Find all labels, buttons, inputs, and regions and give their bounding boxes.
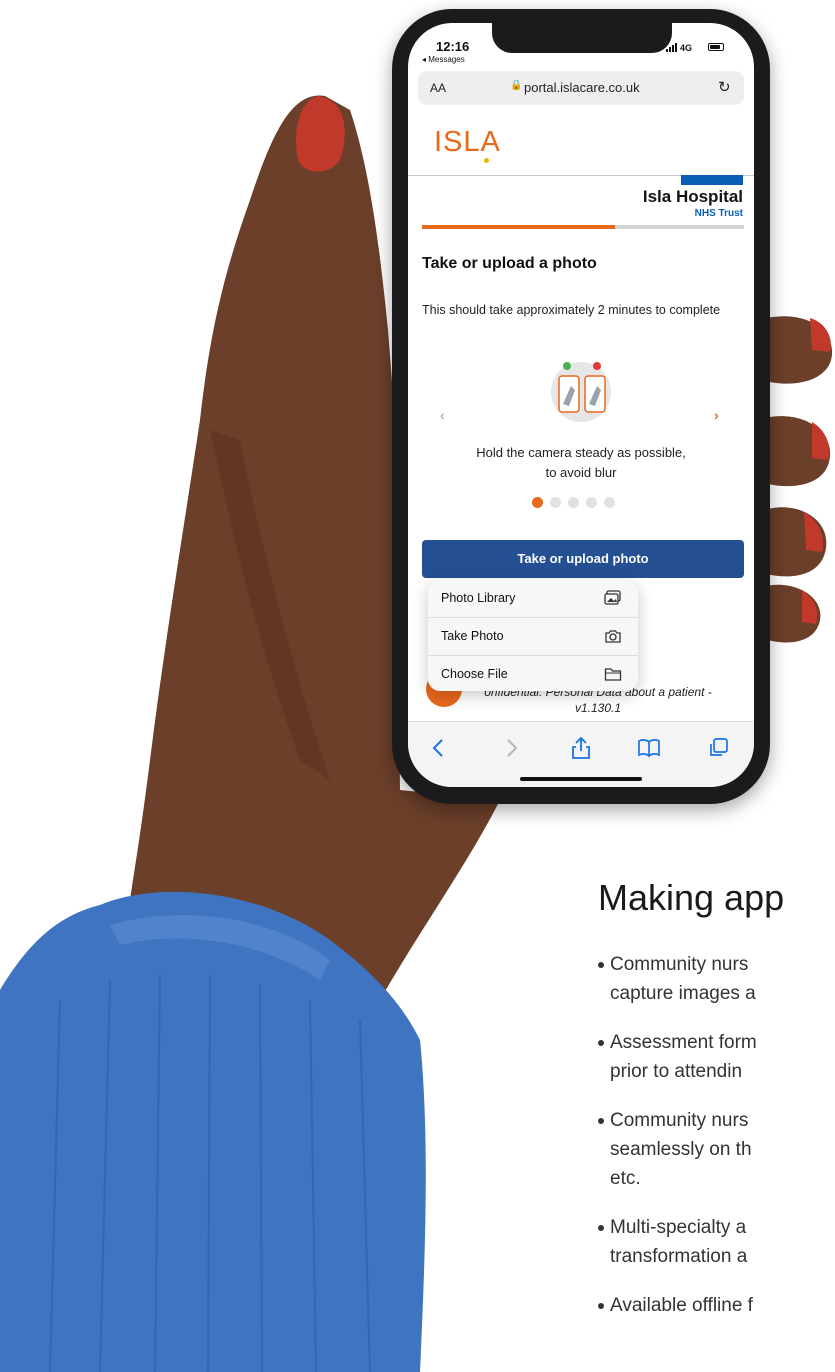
hospital-name: Isla Hospital xyxy=(642,187,743,206)
feature-bullet: Community nurs capture images a xyxy=(598,950,835,1008)
share-icon[interactable] xyxy=(568,736,594,760)
carousel-dot-active[interactable] xyxy=(532,497,543,508)
menu-item-choose-file[interactable]: Choose File xyxy=(428,656,638,691)
browser-url-bar[interactable]: AA 🔒 portal.islacare.co.uk ↻ xyxy=(418,71,744,105)
feature-bullet-list: Community nurs capture images a Assessme… xyxy=(598,950,835,1320)
status-time: 12:16 xyxy=(436,39,470,54)
menu-item-photo-library[interactable]: Photo Library xyxy=(428,580,638,618)
carousel-dot[interactable] xyxy=(550,497,561,508)
progress-bar-fill xyxy=(422,225,616,229)
bookmarks-icon[interactable] xyxy=(636,736,662,760)
time-estimate-text: This should take approximately 2 minutes… xyxy=(422,303,721,317)
feature-bullet: Community nurs seamlessly on th etc. xyxy=(598,1106,835,1193)
carousel-next-button[interactable]: › xyxy=(714,407,719,423)
carousel-dot[interactable] xyxy=(568,497,579,508)
back-to-messages-link[interactable]: ◂ Messages xyxy=(422,55,465,64)
nhs-badge xyxy=(681,175,743,185)
forward-icon[interactable] xyxy=(498,736,524,760)
back-icon[interactable] xyxy=(426,736,452,760)
carousel-dot[interactable] xyxy=(604,497,615,508)
slide-caption: Hold the camera steady as possible, to a… xyxy=(476,445,686,480)
progress-bar xyxy=(422,225,744,229)
marketing-headline: Making app xyxy=(598,877,785,918)
folder-icon xyxy=(604,668,622,681)
phone-notch xyxy=(492,23,672,53)
carousel-dot[interactable] xyxy=(586,497,597,508)
take-or-upload-photo-button[interactable]: Take or upload photo xyxy=(422,540,744,578)
app-version: v1.130.1 xyxy=(574,701,622,715)
phone-screen: 12:16 ◂ Messages 4G AA 🔒 portal.islacare… xyxy=(408,23,754,787)
site-header: ISLA xyxy=(408,119,754,176)
carousel-pagination xyxy=(532,497,632,509)
text-size-button[interactable]: AA xyxy=(430,81,446,95)
phone-device: 12:16 ◂ Messages 4G AA 🔒 portal.islacare… xyxy=(392,9,770,804)
nhs-trust-logo: Isla Hospital NHS Trust xyxy=(623,175,743,223)
reload-icon[interactable]: ↻ xyxy=(718,78,731,96)
steady-camera-illustration xyxy=(551,362,611,422)
url-text[interactable]: portal.islacare.co.uk xyxy=(524,80,640,95)
battery-icon xyxy=(708,43,724,51)
menu-item-label: Choose File xyxy=(441,667,508,681)
trust-name: NHS Trust xyxy=(694,208,743,219)
feature-bullet: Assessment form prior to attendin xyxy=(598,1028,835,1086)
upload-source-menu: Photo Library Take Photo Choose File xyxy=(428,580,638,691)
menu-item-label: Take Photo xyxy=(441,629,504,643)
carousel-prev-button[interactable]: ‹ xyxy=(440,407,445,423)
isla-logo[interactable]: ISLA xyxy=(434,126,501,163)
tabs-icon[interactable] xyxy=(706,736,732,760)
network-indicator: 4G xyxy=(680,43,693,53)
feature-bullet: Available offline f xyxy=(598,1291,835,1320)
menu-item-label: Photo Library xyxy=(441,591,516,605)
lock-icon: 🔒 xyxy=(510,80,523,91)
home-indicator xyxy=(520,777,642,781)
page-title: Take or upload a photo xyxy=(422,255,597,272)
photo-library-icon xyxy=(604,590,621,605)
camera-icon xyxy=(605,630,621,643)
feature-bullet: Multi-specialty a transformation a xyxy=(598,1213,835,1271)
menu-item-take-photo[interactable]: Take Photo xyxy=(428,618,638,656)
